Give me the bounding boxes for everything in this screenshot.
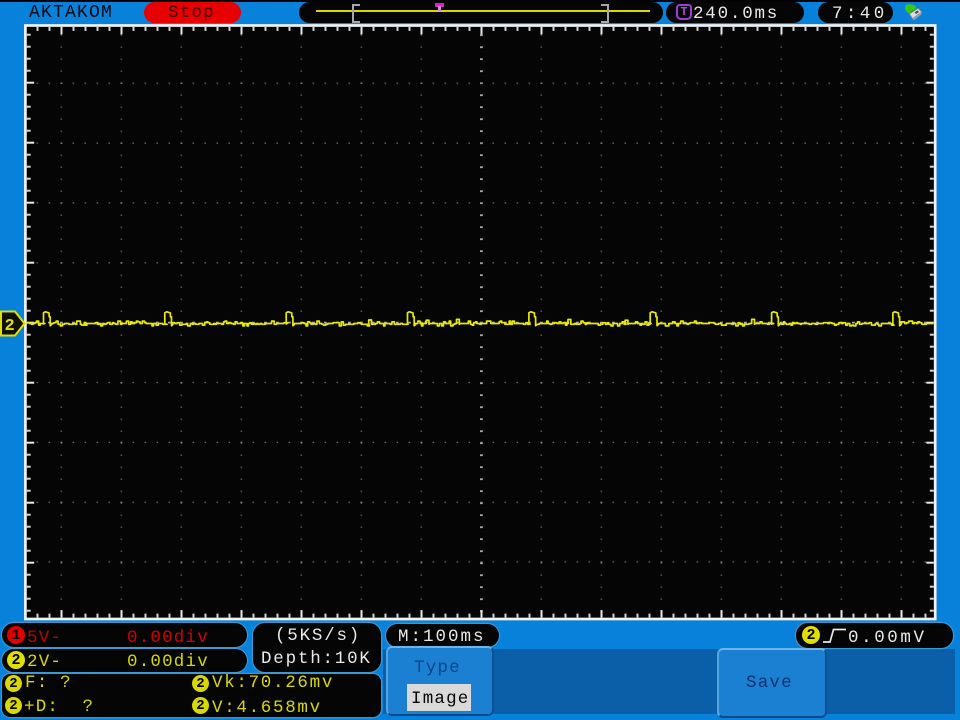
svg-text:2: 2: [5, 317, 15, 336]
